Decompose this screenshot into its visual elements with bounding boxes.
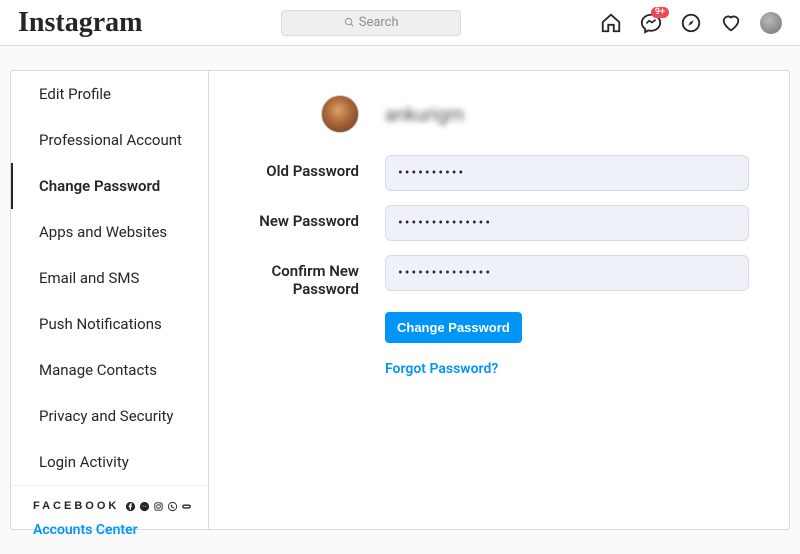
sidebar-item-professional-account[interactable]: Professional Account: [11, 117, 208, 163]
activity-icon[interactable]: [720, 12, 742, 34]
sidebar-item-privacy-security[interactable]: Privacy and Security: [11, 393, 208, 439]
change-password-form: ankurigm Old Password •••••••••• New Pas…: [209, 71, 789, 529]
change-password-button[interactable]: Change Password: [385, 312, 522, 343]
old-password-input[interactable]: ••••••••••: [385, 155, 749, 191]
sidebar-item-manage-contacts[interactable]: Manage Contacts: [11, 347, 208, 393]
new-password-label: New Password: [229, 205, 359, 230]
sidebar-item-push-notifications[interactable]: Push Notifications: [11, 301, 208, 347]
old-password-label: Old Password: [229, 155, 359, 180]
top-icons: 9+: [600, 12, 782, 34]
accounts-center-link[interactable]: Accounts Center: [33, 522, 192, 538]
sidebar-item-apps-websites[interactable]: Apps and Websites: [11, 209, 208, 255]
messenger-icon[interactable]: 9+: [640, 12, 662, 34]
oculus-icon: [181, 501, 192, 512]
sidebar-item-email-sms[interactable]: Email and SMS: [11, 255, 208, 301]
new-password-input[interactable]: ••••••••••••••: [385, 205, 749, 241]
home-icon[interactable]: [600, 12, 622, 34]
profile-avatar-small[interactable]: [760, 12, 782, 34]
forgot-password-link[interactable]: Forgot Password?: [385, 361, 522, 377]
sidebar-footer: FACEBOOK Accounts Center: [11, 485, 208, 554]
sidebar-item-change-password[interactable]: Change Password: [11, 163, 208, 209]
search-icon: [344, 17, 355, 28]
messenger-small-icon: [139, 501, 150, 512]
profile-username: ankurigm: [385, 103, 464, 126]
facebook-brand-icons: [125, 501, 192, 512]
instagram-small-icon: [153, 501, 164, 512]
search-input[interactable]: Search: [281, 10, 461, 36]
facebook-icon: [125, 501, 136, 512]
sidebar-item-edit-profile[interactable]: Edit Profile: [11, 71, 208, 117]
settings-panel: Edit Profile Professional Account Change…: [10, 70, 790, 530]
sidebar-item-login-activity[interactable]: Login Activity: [11, 439, 208, 485]
notification-badge: 9+: [651, 7, 669, 18]
confirm-password-label: Confirm New Password: [229, 255, 359, 298]
explore-icon[interactable]: [680, 12, 702, 34]
whatsapp-icon: [167, 501, 178, 512]
facebook-brand-text: FACEBOOK: [33, 500, 119, 512]
confirm-password-input[interactable]: ••••••••••••••: [385, 255, 749, 291]
top-nav: Instagram Search 9+: [0, 0, 800, 46]
profile-avatar[interactable]: [321, 95, 359, 133]
settings-sidebar: Edit Profile Professional Account Change…: [11, 71, 209, 529]
instagram-logo[interactable]: Instagram: [18, 7, 142, 39]
search-placeholder: Search: [359, 15, 399, 30]
